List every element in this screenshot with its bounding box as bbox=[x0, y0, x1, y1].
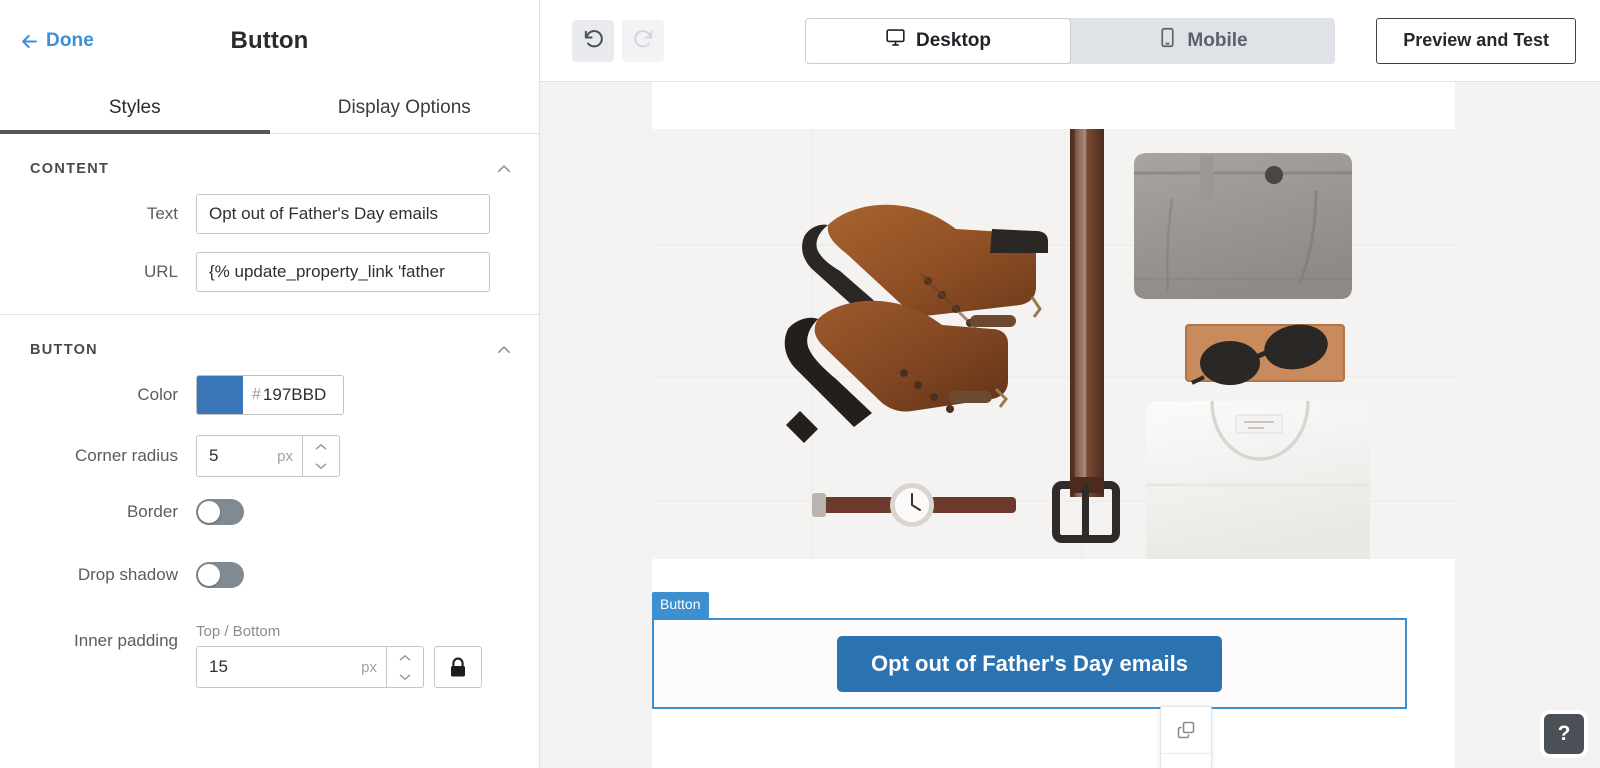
chevron-up-icon[interactable] bbox=[495, 160, 513, 178]
hero-image[interactable] bbox=[652, 129, 1455, 559]
back-arrow-icon bbox=[20, 32, 39, 51]
panel-tabs: Styles Display Options bbox=[0, 82, 539, 134]
tab-display-options-label: Display Options bbox=[338, 97, 471, 119]
field-inner-padding-label: Inner padding bbox=[0, 623, 196, 651]
inner-padding-unit: px bbox=[361, 659, 377, 676]
undo-icon bbox=[582, 27, 605, 55]
field-corner-radius-label: Corner radius bbox=[0, 446, 196, 466]
color-field[interactable]: #197BBD bbox=[196, 375, 344, 415]
corner-radius-stepper: 5 px bbox=[196, 435, 340, 477]
toggle-knob bbox=[198, 564, 220, 586]
editor-toolbar: Desktop Mobile Preview and Test bbox=[540, 0, 1600, 82]
email-canvas[interactable]: Button Opt out of Father's Day emails bbox=[540, 82, 1600, 768]
selected-block[interactable]: Button Opt out of Father's Day emails bbox=[652, 618, 1407, 709]
device-option-mobile-label: Mobile bbox=[1187, 30, 1247, 52]
device-option-desktop-label: Desktop bbox=[916, 30, 991, 52]
section-button-header[interactable]: BUTTON bbox=[0, 315, 539, 375]
block-type-badge: Button bbox=[652, 592, 709, 618]
inner-padding-group: Top / Bottom 15 px bbox=[196, 623, 482, 688]
field-corner-radius: Corner radius 5 px bbox=[0, 435, 539, 477]
color-hex-input[interactable]: #197BBD bbox=[243, 385, 343, 405]
corner-radius-input[interactable]: 5 px bbox=[196, 435, 302, 477]
settings-panel: Done Button Styles Display Options CONTE… bbox=[0, 0, 540, 768]
sunglasses bbox=[1186, 320, 1344, 385]
flatlay-illustration bbox=[652, 129, 1455, 559]
editor-area: Desktop Mobile Preview and Test bbox=[540, 0, 1600, 768]
inner-padding-input[interactable]: 15 px bbox=[196, 646, 386, 688]
trousers bbox=[1134, 153, 1352, 299]
stepper-up-icon[interactable] bbox=[303, 436, 339, 456]
field-color: Color #197BBD bbox=[0, 375, 539, 415]
inner-padding-spinners bbox=[386, 646, 424, 688]
tshirt bbox=[1146, 401, 1370, 559]
field-border: Border bbox=[0, 499, 539, 525]
color-hex-value: 197BBD bbox=[263, 385, 326, 405]
drop-shadow-toggle[interactable] bbox=[196, 562, 244, 588]
help-label: ? bbox=[1558, 722, 1571, 746]
panel-header: Done Button bbox=[0, 0, 539, 82]
preview-and-test-button[interactable]: Preview and Test bbox=[1376, 18, 1576, 64]
history-controls bbox=[572, 20, 664, 62]
corner-radius-spinners bbox=[302, 435, 340, 477]
phone-icon bbox=[1158, 27, 1177, 54]
device-option-mobile[interactable]: Mobile bbox=[1071, 18, 1335, 64]
panel-body: CONTENT Text Opt out of Father's Day ema… bbox=[0, 134, 539, 768]
field-url: URL {% update_property_link 'father bbox=[0, 252, 539, 292]
section-content-header[interactable]: CONTENT bbox=[0, 134, 539, 194]
app-root: Done Button Styles Display Options CONTE… bbox=[0, 0, 1600, 768]
section-button-title: BUTTON bbox=[30, 342, 98, 358]
field-text-label: Text bbox=[0, 204, 196, 224]
corner-radius-value: 5 bbox=[209, 446, 218, 466]
star-icon[interactable] bbox=[1161, 754, 1211, 768]
url-input[interactable]: {% update_property_link 'father bbox=[196, 252, 490, 292]
tab-display-options[interactable]: Display Options bbox=[270, 82, 540, 134]
section-content-title: CONTENT bbox=[30, 161, 109, 177]
corner-radius-unit: px bbox=[277, 448, 293, 465]
redo-icon bbox=[632, 27, 655, 55]
tab-styles-label: Styles bbox=[109, 97, 161, 119]
device-option-desktop[interactable]: Desktop bbox=[805, 18, 1071, 64]
preview-and-test-label: Preview and Test bbox=[1403, 30, 1549, 51]
field-inner-padding: Inner padding Top / Bottom 15 px bbox=[0, 623, 539, 688]
field-drop-shadow: Drop shadow bbox=[0, 562, 539, 588]
done-label: Done bbox=[46, 30, 94, 52]
field-drop-shadow-label: Drop shadow bbox=[0, 565, 196, 585]
stepper-down-icon[interactable] bbox=[387, 667, 423, 687]
stepper-down-icon[interactable] bbox=[303, 456, 339, 476]
inner-padding-value: 15 bbox=[209, 657, 228, 677]
tab-styles[interactable]: Styles bbox=[0, 82, 270, 134]
device-preview-switch: Desktop Mobile bbox=[805, 18, 1335, 64]
monitor-icon bbox=[885, 27, 906, 54]
block-tools-toolbar bbox=[1160, 706, 1212, 768]
duplicate-icon[interactable] bbox=[1161, 707, 1211, 754]
text-input[interactable]: Opt out of Father's Day emails bbox=[196, 194, 490, 234]
block-selection-frame[interactable]: Opt out of Father's Day emails bbox=[652, 618, 1407, 709]
color-swatch[interactable] bbox=[197, 376, 243, 414]
hash-symbol: # bbox=[252, 386, 261, 404]
field-border-label: Border bbox=[0, 502, 196, 522]
field-text: Text Opt out of Father's Day emails bbox=[0, 194, 539, 234]
email-body: Button Opt out of Father's Day emails bbox=[652, 82, 1455, 768]
undo-button[interactable] bbox=[572, 20, 614, 62]
section-content: CONTENT Text Opt out of Father's Day ema… bbox=[0, 134, 539, 315]
chevron-up-icon[interactable] bbox=[495, 341, 513, 359]
section-button: BUTTON Color #197BBD bbox=[0, 315, 539, 710]
field-url-label: URL bbox=[0, 262, 196, 282]
inner-padding-sublabel: Top / Bottom bbox=[196, 623, 482, 640]
lock-icon[interactable] bbox=[434, 646, 482, 688]
email-cta-button[interactable]: Opt out of Father's Day emails bbox=[837, 636, 1222, 692]
stepper-up-icon[interactable] bbox=[387, 647, 423, 667]
toggle-knob bbox=[198, 501, 220, 523]
field-color-label: Color bbox=[0, 385, 196, 405]
help-button[interactable]: ? bbox=[1544, 714, 1584, 754]
border-toggle[interactable] bbox=[196, 499, 244, 525]
inner-padding-stepper: 15 px bbox=[196, 646, 424, 688]
done-button[interactable]: Done bbox=[20, 30, 94, 52]
redo-button bbox=[622, 20, 664, 62]
